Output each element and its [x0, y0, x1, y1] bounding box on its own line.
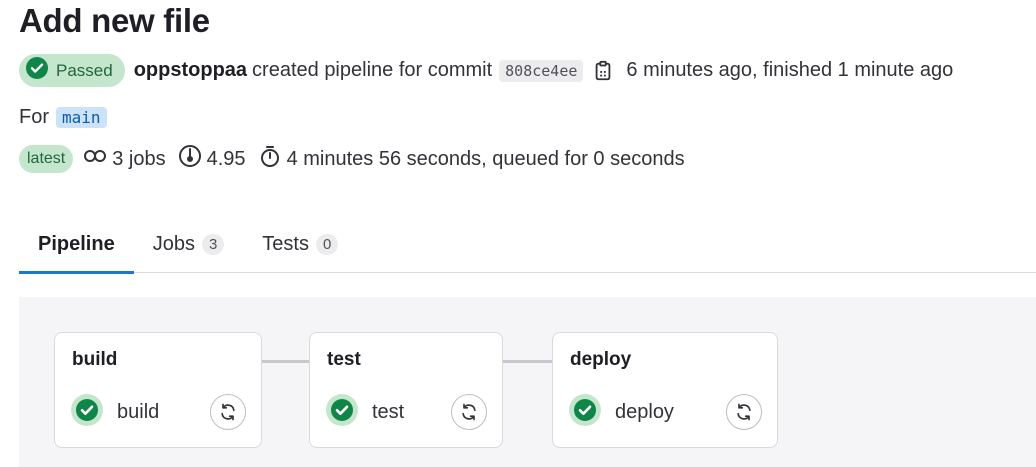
ref-row: For main — [19, 104, 107, 130]
duration-stat: 4 minutes 56 seconds, queued for 0 secon… — [258, 144, 685, 174]
pipeline-link-icon — [83, 146, 112, 172]
stage-name: deploy — [570, 349, 632, 370]
pipeline-timing: 6 minutes ago, finished 1 minute ago — [626, 59, 954, 81]
tab-jobs[interactable]: Jobs 3 — [134, 215, 244, 273]
job-build[interactable]: build — [71, 393, 246, 431]
stage-test: test test — [309, 332, 503, 448]
ref-prefix: For — [19, 105, 49, 128]
job-name: deploy — [615, 400, 674, 423]
tab-label: Tests — [262, 232, 309, 255]
check-circle-icon — [71, 393, 103, 431]
pipeline-page: Add new file Passed oppstoppaa created p… — [0, 0, 1036, 467]
stage-name: test — [327, 349, 361, 370]
tab-pipeline[interactable]: Pipeline — [19, 215, 134, 274]
stage-connector — [262, 360, 309, 363]
duration-value: 4 minutes 56 seconds, queued for 0 secon… — [286, 147, 685, 170]
stage-connector — [503, 360, 552, 363]
copy-icon[interactable] — [592, 60, 614, 82]
tab-count: 0 — [315, 233, 339, 255]
compute-stat: 4.95 — [178, 144, 246, 174]
status-badge[interactable]: Passed — [19, 54, 125, 87]
check-circle-icon — [569, 393, 601, 431]
pipeline-header: Passed oppstoppaa created pipeline for c… — [19, 54, 953, 87]
check-circle-icon — [326, 393, 358, 431]
tab-tests[interactable]: Tests 0 — [243, 215, 357, 273]
retry-icon[interactable] — [210, 394, 246, 430]
stage-build: build build — [54, 332, 262, 448]
tab-label: Jobs — [152, 232, 195, 255]
gauge-icon — [178, 144, 207, 174]
tab-label: Pipeline — [38, 232, 115, 255]
retry-icon[interactable] — [451, 394, 487, 430]
job-deploy[interactable]: deploy — [569, 393, 762, 431]
created-text: created pipeline for commit — [252, 59, 493, 81]
check-circle-icon — [25, 56, 49, 85]
latest-badge: latest — [19, 145, 74, 173]
pipeline-stats: latest 3 jobs 4.95 4 minutes 56 seconds,… — [19, 145, 697, 173]
pipeline-tabs: Pipeline Jobs 3 Tests 0 — [19, 215, 1036, 274]
jobs-stat: 3 jobs — [83, 146, 166, 172]
tab-count: 3 — [201, 233, 225, 255]
stage-deploy: deploy deploy — [552, 332, 778, 448]
branch-link[interactable]: main — [56, 106, 107, 128]
job-name: build — [117, 400, 160, 423]
stage-name: build — [72, 349, 118, 370]
jobs-count: 3 jobs — [112, 147, 166, 170]
commit-sha[interactable]: 808ce4ee — [499, 59, 584, 82]
compute-value: 4.95 — [206, 147, 246, 170]
status-label: Passed — [56, 60, 113, 80]
page-title: Add new file — [19, 2, 210, 39]
retry-icon[interactable] — [726, 394, 762, 430]
job-test[interactable]: test — [326, 393, 487, 431]
job-name: test — [372, 400, 405, 423]
stopwatch-icon — [258, 144, 287, 174]
author-link[interactable]: oppstoppaa — [134, 59, 247, 82]
